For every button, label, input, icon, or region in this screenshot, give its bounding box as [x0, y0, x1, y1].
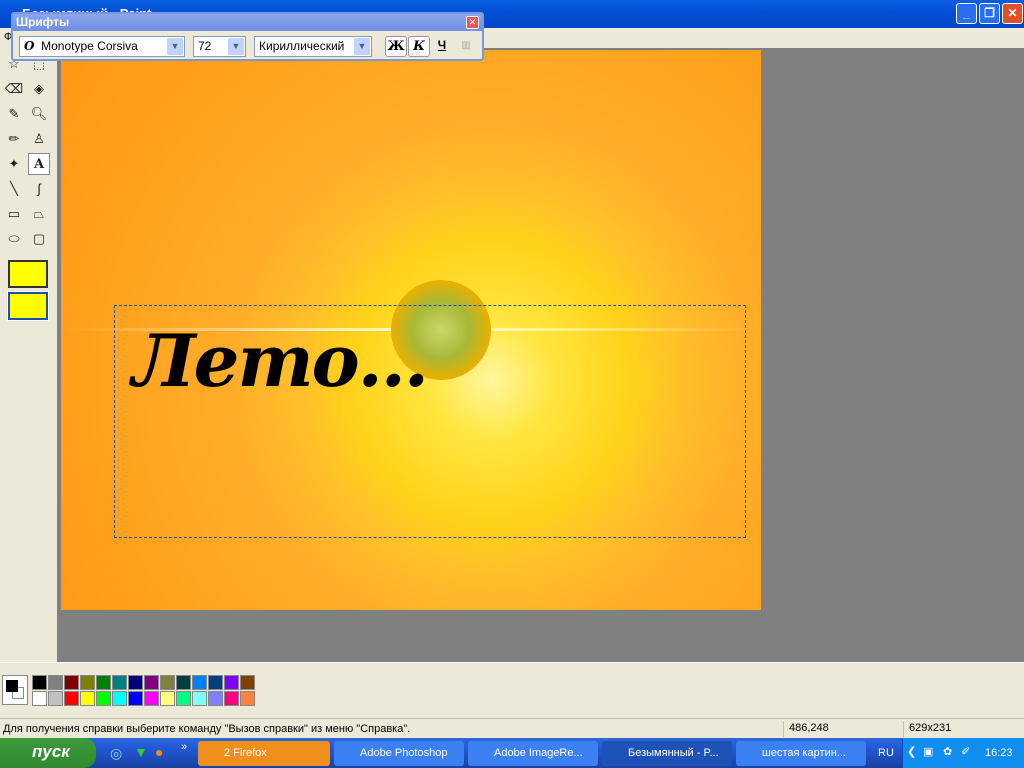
clock: 16:23 — [985, 747, 1013, 759]
tray-app-icon[interactable]: ✿ — [943, 745, 952, 758]
font-name-value: Monotype Corsiva — [41, 39, 138, 53]
maximize-button[interactable]: ❐ — [979, 3, 1000, 24]
start-button[interactable]: пуск — [0, 738, 96, 768]
quicklaunch-icon[interactable]: ▼ — [134, 744, 148, 760]
vertical-text-icon: ▥ — [461, 40, 471, 51]
color-swatch[interactable] — [224, 675, 239, 690]
color-swatch[interactable] — [192, 675, 207, 690]
text-tool-icon[interactable]: A — [28, 153, 50, 175]
pencil-icon[interactable]: ✏ — [3, 128, 25, 150]
status-selection-size: 629x231 — [903, 721, 951, 737]
color-swatch[interactable] — [32, 675, 47, 690]
color-swatch[interactable] — [176, 675, 191, 690]
color-swatch[interactable] — [144, 675, 159, 690]
chevron-down-icon[interactable]: ▼ — [228, 38, 244, 55]
color-swatch[interactable] — [128, 691, 143, 706]
line-icon[interactable]: ╲ — [3, 178, 25, 200]
rectangle-icon[interactable]: ▭ — [3, 203, 25, 225]
fonts-toolbar: Шрифты ✕ O Monotype Corsiva ▼ 72 ▼ Кирилли… — [11, 12, 484, 61]
transparent-background-option-icon[interactable] — [7, 291, 49, 321]
close-icon[interactable]: ✕ — [466, 16, 479, 29]
task-paint[interactable]: Безымянный - P... — [602, 741, 732, 766]
airbrush-icon[interactable]: ✦ — [3, 153, 25, 175]
color-swatch[interactable] — [192, 691, 207, 706]
color-swatch[interactable] — [208, 691, 223, 706]
tray-expand-icon[interactable]: ❮ — [907, 745, 916, 758]
minimize-button[interactable]: _ — [956, 3, 977, 24]
italic-button[interactable]: К — [408, 36, 430, 57]
network-icon[interactable]: ▣ — [923, 745, 933, 758]
firefox-icon[interactable]: ● — [155, 744, 163, 760]
chevron-down-icon[interactable]: ▼ — [354, 38, 370, 55]
color-swatch[interactable] — [112, 691, 127, 706]
bold-button[interactable]: Ж — [385, 36, 407, 57]
foreground-color — [6, 680, 18, 692]
language-indicator[interactable]: RU — [878, 747, 894, 759]
color-swatch[interactable] — [160, 675, 175, 690]
font-script-value: Кириллический — [259, 39, 345, 53]
ellipse-icon[interactable]: ⬭ — [3, 228, 25, 250]
fonts-toolbar-title: Шрифты — [13, 14, 482, 31]
current-colors — [2, 675, 28, 705]
brush-icon[interactable]: ♙ — [28, 128, 50, 150]
task-photoshop[interactable]: Adobe Photoshop — [334, 741, 464, 766]
start-label: пуск — [32, 742, 70, 761]
task-imageready[interactable]: Adobe ImageRe... — [468, 741, 598, 766]
color-swatch[interactable] — [64, 675, 79, 690]
color-swatch[interactable] — [176, 691, 191, 706]
tray-paint-icon[interactable]: ✐ — [961, 745, 970, 758]
color-swatch[interactable] — [160, 691, 175, 706]
status-coordinates: 486,248 — [783, 721, 829, 737]
color-swatch[interactable] — [48, 675, 63, 690]
color-swatch[interactable] — [208, 675, 223, 690]
fill-icon[interactable]: ◈ — [28, 78, 50, 100]
color-swatch[interactable] — [96, 675, 111, 690]
color-swatch[interactable] — [96, 691, 111, 706]
color-swatch[interactable] — [144, 691, 159, 706]
font-size-select[interactable]: 72 ▼ — [193, 36, 246, 57]
color-swatch[interactable] — [48, 691, 63, 706]
color-palette — [0, 662, 1024, 715]
color-swatch[interactable] — [112, 675, 127, 690]
color-swatch[interactable] — [224, 691, 239, 706]
chevron-down-icon[interactable]: ▼ — [167, 38, 183, 55]
eraser-icon[interactable]: ⌫ — [3, 78, 25, 100]
font-size-value: 72 — [198, 39, 212, 53]
opaque-background-option-icon[interactable] — [8, 260, 48, 288]
quicklaunch-icon[interactable]: ◎ — [110, 745, 122, 762]
color-swatch[interactable] — [240, 691, 255, 706]
curve-icon[interactable]: ∫ — [28, 178, 50, 200]
color-swatch[interactable] — [32, 691, 47, 706]
color-swatch[interactable] — [80, 691, 95, 706]
color-picker-icon[interactable]: ✎ — [3, 103, 25, 125]
chevron-more-icon[interactable]: » — [181, 741, 187, 753]
polygon-icon[interactable]: ⏢ — [28, 203, 50, 225]
task-paint-2[interactable]: шестая картин... — [736, 741, 866, 766]
rounded-rect-icon[interactable]: ▢ — [28, 228, 50, 250]
toolbox: ☆ ⬚ ⌫ ◈ ✎ 🔍︎ ✏ ♙ ✦ A ╲ ∫ ▭ ⏢ ⬭ ▢ — [0, 48, 57, 662]
close-button[interactable]: ✕ — [1002, 3, 1023, 24]
taskbar: пуск ◎ ▼ ● » 2 Firefox Adobe Photoshop A… — [0, 738, 1024, 768]
task-firefox[interactable]: 2 Firefox — [198, 741, 330, 766]
status-bar: Для получения справки выберите команду "… — [0, 718, 1024, 738]
system-tray: ❮ ▣ ✿ ✐ 16:23 — [902, 738, 1024, 768]
status-help-text: Для получения справки выберите команду "… — [3, 723, 411, 735]
magnifier-icon[interactable]: 🔍︎ — [28, 103, 50, 125]
font-script-select[interactable]: Кириллический ▼ — [254, 36, 372, 57]
canvas-text[interactable]: Лето... — [132, 318, 429, 403]
font-name-select[interactable]: O Monotype Corsiva ▼ — [19, 36, 185, 57]
color-swatch[interactable] — [64, 691, 79, 706]
color-swatch[interactable] — [128, 675, 143, 690]
underline-button[interactable]: Ч — [431, 36, 453, 57]
color-swatch[interactable] — [240, 675, 255, 690]
color-swatch[interactable] — [80, 675, 95, 690]
